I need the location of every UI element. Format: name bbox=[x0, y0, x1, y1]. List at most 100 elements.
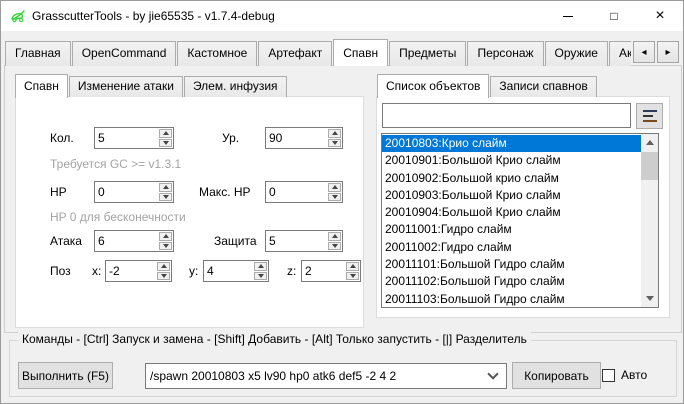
scroll-left-icon: ◂ bbox=[641, 47, 646, 58]
pos-y-down-button[interactable] bbox=[254, 272, 267, 281]
tab-oruzhie[interactable]: Оружие bbox=[545, 41, 608, 66]
list-item[interactable]: 20010901:Большой Крио слайм bbox=[382, 152, 641, 169]
max-hp-down-button[interactable] bbox=[328, 193, 341, 202]
subtab-spisok-obektov[interactable]: Список объектов bbox=[377, 74, 489, 98]
level-down-button[interactable] bbox=[328, 139, 341, 148]
run-button[interactable]: Выполнить (F5) bbox=[18, 362, 113, 389]
count-up-button[interactable] bbox=[159, 129, 172, 138]
pos-z-input[interactable] bbox=[302, 261, 345, 281]
chevron-down-icon[interactable] bbox=[487, 368, 498, 379]
spawn-form-panel: Кол. Ур. Требуется GC >= v1.3.1 HP bbox=[15, 96, 364, 328]
down-arrow-icon bbox=[161, 274, 167, 278]
close-button[interactable]: × bbox=[637, 1, 683, 31]
maximize-icon: □ bbox=[610, 9, 617, 23]
tab-akkaunt[interactable]: Аккаун bbox=[609, 41, 631, 66]
window-title: GrasscutterTools - by jie65535 - v1.7.4-… bbox=[32, 9, 275, 23]
count-input[interactable] bbox=[95, 128, 158, 148]
pos-x-label: x: bbox=[92, 260, 101, 282]
tab-artefakt[interactable]: Артефакт bbox=[258, 41, 332, 66]
list-item[interactable]: 20011002:Гидро слайм bbox=[382, 239, 641, 256]
def-input[interactable] bbox=[266, 231, 327, 251]
tab-opencommand[interactable]: OpenCommand bbox=[72, 41, 177, 66]
hp-input[interactable] bbox=[95, 182, 158, 202]
maximize-button[interactable]: □ bbox=[591, 1, 637, 31]
list-item[interactable]: 20011102:Большой Гидро слайм bbox=[382, 273, 641, 290]
level-input[interactable] bbox=[266, 128, 327, 148]
spawn-sub-tab-strip: Спавн Изменение атаки Элем. инфузия bbox=[15, 73, 288, 97]
scroll-up-button[interactable] bbox=[641, 134, 658, 151]
list-item[interactable]: 20010902:Большой крио слайм bbox=[382, 170, 641, 187]
level-stepper bbox=[265, 127, 343, 149]
max-hp-up-button[interactable] bbox=[328, 183, 341, 192]
atk-input[interactable] bbox=[95, 231, 158, 251]
up-arrow-icon bbox=[332, 234, 338, 238]
atk-down-button[interactable] bbox=[159, 242, 172, 251]
entity-listbox: 20010803:Крио слайм 20010901:Большой Кри… bbox=[381, 133, 659, 308]
level-up-button[interactable] bbox=[328, 129, 341, 138]
pos-y-up-button[interactable] bbox=[254, 262, 267, 271]
auto-checkbox[interactable] bbox=[602, 369, 615, 382]
list-item[interactable]: 20010904:Большой Крио слайм bbox=[382, 204, 641, 221]
down-arrow-icon bbox=[163, 244, 169, 248]
tab-predmety[interactable]: Предметы bbox=[389, 41, 466, 66]
scrollbar-thumb[interactable] bbox=[641, 152, 658, 180]
main-tab-strip: Главная OpenCommand Кастомное Артефакт С… bbox=[5, 38, 631, 66]
tab-spavn[interactable]: Спавн bbox=[333, 39, 388, 66]
command-input[interactable] bbox=[146, 369, 489, 383]
hp-up-button[interactable] bbox=[159, 183, 172, 192]
list-item[interactable]: 20010903:Большой Крио слайм bbox=[382, 187, 641, 204]
def-up-button[interactable] bbox=[328, 232, 341, 241]
grasshopper-app-icon bbox=[10, 8, 26, 24]
count-stepper bbox=[94, 127, 174, 149]
def-stepper bbox=[265, 230, 343, 252]
minimize-icon bbox=[563, 16, 573, 17]
max-hp-label: Макс. HP bbox=[199, 181, 251, 203]
list-scrollbar[interactable] bbox=[641, 134, 658, 307]
atk-up-button[interactable] bbox=[159, 232, 172, 241]
scroll-down-button[interactable] bbox=[641, 290, 658, 307]
up-arrow-icon bbox=[258, 264, 264, 268]
up-arrow-icon bbox=[161, 264, 167, 268]
hp-stepper bbox=[94, 181, 174, 203]
list-item[interactable]: 20011001:Гидро слайм bbox=[382, 221, 641, 238]
subtab-spavn[interactable]: Спавн bbox=[15, 74, 68, 98]
up-arrow-icon bbox=[163, 131, 169, 135]
subtab-zapisi-spavnov[interactable]: Записи спавнов bbox=[490, 76, 596, 97]
tab-scroll-left-button[interactable]: ◂ bbox=[633, 41, 655, 63]
subtab-izmenenie-ataki[interactable]: Изменение атаки bbox=[69, 76, 183, 97]
pos-y-input[interactable] bbox=[204, 261, 253, 281]
minimize-button[interactable] bbox=[545, 1, 591, 31]
entity-list-panel: 20010803:Крио слайм 20010901:Большой Кри… bbox=[376, 96, 670, 318]
tab-personazh[interactable]: Персонаж bbox=[467, 41, 543, 66]
entity-list: 20010803:Крио слайм 20010901:Большой Кри… bbox=[382, 135, 641, 308]
list-filter-button[interactable] bbox=[636, 103, 663, 129]
pos-x-stepper bbox=[105, 260, 172, 282]
pos-x-up-button[interactable] bbox=[157, 262, 170, 271]
down-arrow-icon bbox=[163, 141, 169, 145]
hp-down-button[interactable] bbox=[159, 193, 172, 202]
pos-x-down-button[interactable] bbox=[157, 272, 170, 281]
app-window: GrasscutterTools - by jie65535 - v1.7.4-… bbox=[0, 0, 684, 404]
auto-checkbox-label: Авто bbox=[621, 368, 647, 382]
list-item[interactable]: 20010803:Крио слайм bbox=[382, 135, 641, 152]
down-arrow-icon bbox=[163, 195, 169, 199]
pos-x-input[interactable] bbox=[106, 261, 156, 281]
scroll-up-icon bbox=[646, 140, 654, 145]
pos-z-down-button[interactable] bbox=[346, 272, 359, 281]
entity-search-input[interactable] bbox=[382, 103, 631, 128]
list-item[interactable]: 20011103:Большой Гидро слайм bbox=[382, 291, 641, 308]
pos-z-up-button[interactable] bbox=[346, 262, 359, 271]
atk-label: Атака bbox=[50, 230, 82, 252]
tab-glavnaya[interactable]: Главная bbox=[5, 41, 71, 66]
list-item[interactable]: 20011101:Большой Гидро слайм bbox=[382, 256, 641, 273]
count-down-button[interactable] bbox=[159, 139, 172, 148]
max-hp-input[interactable] bbox=[266, 182, 327, 202]
def-down-button[interactable] bbox=[328, 242, 341, 251]
hp-infinity-hint: HP 0 для бесконечности bbox=[50, 210, 186, 224]
subtab-elem-infuziya[interactable]: Элем. инфузия bbox=[184, 76, 287, 97]
tab-kastomnoe[interactable]: Кастомное bbox=[177, 41, 257, 66]
copy-button[interactable]: Копировать bbox=[512, 362, 601, 389]
tab-scroll-right-button[interactable]: ▸ bbox=[657, 41, 679, 63]
down-arrow-icon bbox=[332, 244, 338, 248]
commands-groupbox: Команды - [Ctrl] Запуск и замена - [Shif… bbox=[9, 340, 677, 397]
